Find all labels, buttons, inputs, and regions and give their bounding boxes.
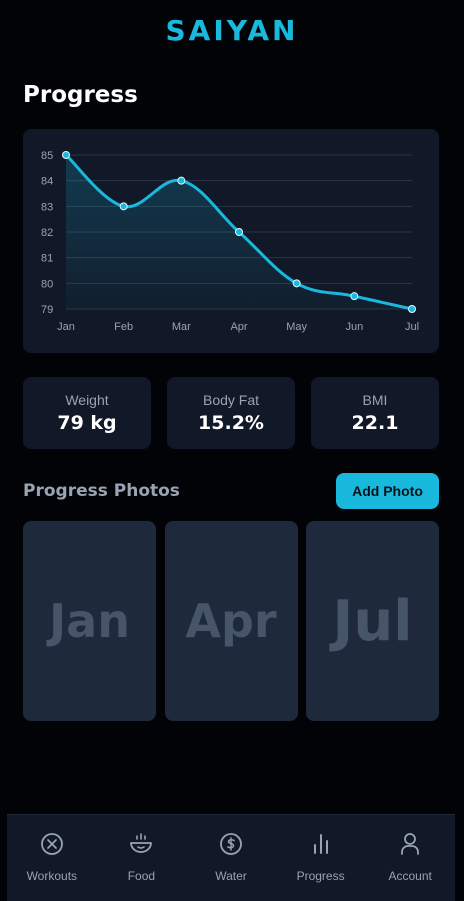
- data-point: [350, 292, 359, 301]
- photo-card-jul[interactable]: Jul: [306, 521, 439, 721]
- stats-row: Weight 79 kg Body Fat 15.2% BMI 22.1: [23, 377, 439, 449]
- y-tick-label: 82: [41, 227, 53, 239]
- y-tick-label: 85: [41, 150, 53, 162]
- water-icon: [220, 833, 242, 855]
- nav-item-water[interactable]: Water: [188, 815, 274, 883]
- app-title: SAIYAN: [165, 14, 299, 47]
- photo-card-jan[interactable]: Jan: [23, 521, 156, 721]
- data-point: [62, 151, 70, 159]
- bottom-nav: Workouts Food Water Progress Account: [7, 814, 455, 901]
- stat-value: 22.1: [351, 412, 399, 434]
- x-tick-label: Feb: [114, 321, 133, 333]
- nav-label: Food: [127, 869, 156, 883]
- photo-placeholder-label: Jul: [332, 588, 413, 654]
- stat-value: 15.2%: [198, 412, 264, 434]
- stat-label: Body Fat: [202, 392, 260, 408]
- nav-label: Workouts: [26, 869, 78, 883]
- data-point: [177, 176, 186, 185]
- data-point: [292, 279, 301, 288]
- stat-label: Weight: [65, 392, 109, 408]
- nav-label: Account: [388, 869, 432, 883]
- photo-placeholder-label: Jan: [49, 594, 130, 648]
- progress-photos-grid: Jan Apr Jul: [23, 521, 439, 721]
- y-tick-label: 79: [41, 304, 53, 316]
- x-tick-label: Jan: [57, 321, 75, 333]
- x-tick-label: May: [286, 321, 307, 333]
- nav-item-food[interactable]: Food: [98, 815, 184, 883]
- page-title: Progress: [23, 82, 138, 108]
- workouts-icon: [40, 833, 63, 855]
- y-tick-label: 80: [41, 278, 53, 290]
- stat-label: BMI: [362, 392, 388, 408]
- y-tick-label: 84: [41, 176, 53, 188]
- progress-icon: [313, 834, 328, 854]
- stat-card-bmi: BMI 22.1: [311, 377, 439, 449]
- x-tick-label: Mar: [172, 321, 191, 333]
- nav-label: Progress: [296, 869, 345, 883]
- x-tick-label: Jun: [345, 321, 363, 333]
- photo-placeholder-label: Apr: [185, 594, 277, 648]
- stat-value: 79 kg: [57, 412, 117, 434]
- add-photo-button[interactable]: Add Photo: [336, 473, 439, 509]
- data-point: [408, 305, 416, 313]
- food-icon: [130, 833, 153, 853]
- y-tick-label: 81: [41, 253, 53, 265]
- data-point: [119, 202, 128, 211]
- nav-item-workouts[interactable]: Workouts: [9, 815, 95, 883]
- y-tick-label: 83: [41, 201, 53, 213]
- x-tick-label: Apr: [230, 321, 247, 333]
- nav-item-account[interactable]: Account: [367, 815, 453, 883]
- nav-label: Water: [215, 869, 247, 883]
- nav-item-progress[interactable]: Progress: [278, 815, 364, 883]
- data-point: [235, 228, 243, 236]
- weight-chart-card: 85 84 83 82 81 80 79 Jan Feb Mar Apr May Jun Jul: [23, 129, 439, 353]
- account-icon: [401, 833, 420, 855]
- stat-card-weight: Weight 79 kg: [23, 377, 151, 449]
- progress-photos-title: Progress Photos: [23, 481, 180, 501]
- stat-card-body-fat: Body Fat 15.2%: [167, 377, 295, 449]
- photo-card-apr[interactable]: Apr: [164, 521, 298, 721]
- weight-chart: 85 84 83 82 81 80 79 Jan Feb Mar Apr May Jun Jul: [41, 150, 419, 333]
- x-tick-label: Jul: [405, 321, 419, 333]
